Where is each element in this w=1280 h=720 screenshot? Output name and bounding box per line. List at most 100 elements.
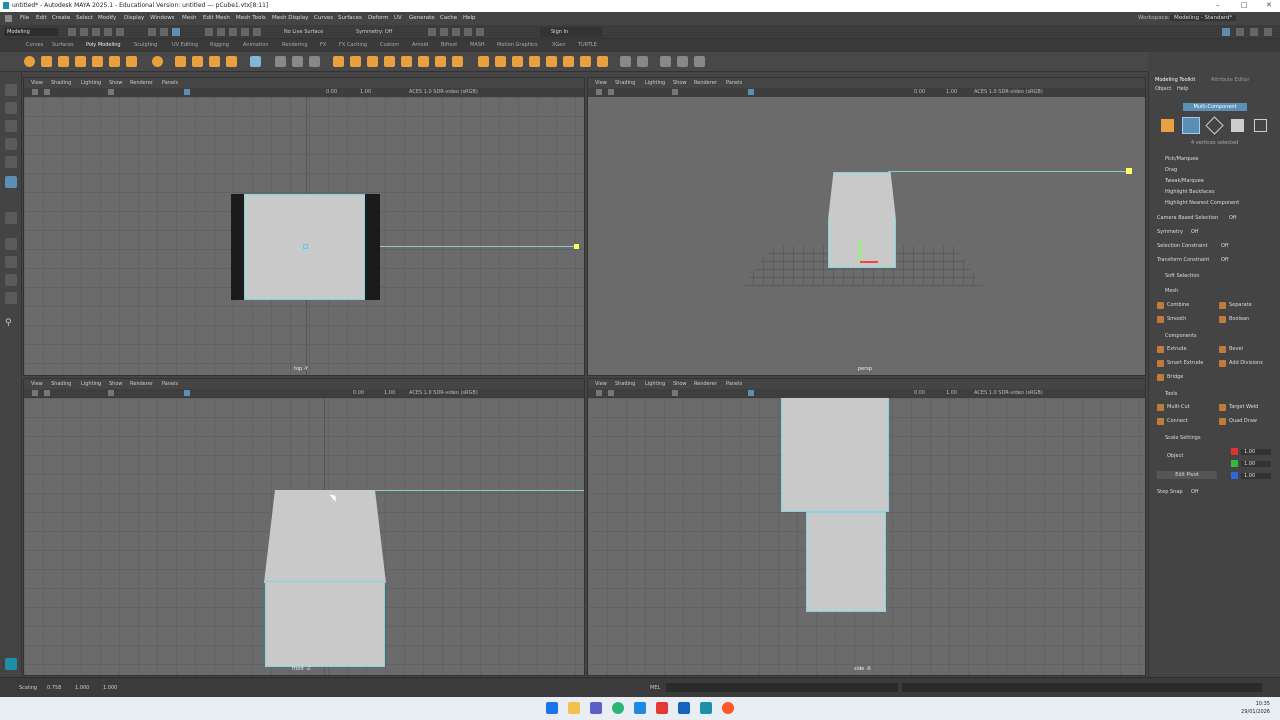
color-space-dropdown[interactable]: ACES 1.0 SDR-video (sRGB)	[974, 390, 1043, 396]
vp-menu-show[interactable]: Show	[109, 80, 123, 86]
maximize-button[interactable]: □	[1241, 1, 1248, 9]
single-layout-icon[interactable]	[5, 238, 17, 250]
poly-torus-icon[interactable]	[92, 56, 103, 67]
shelf-tab-fx-caching[interactable]: FX Caching	[339, 42, 367, 48]
search-icon[interactable]: ⚲	[5, 318, 17, 330]
smooth-button[interactable]: Smooth	[1157, 316, 1186, 323]
sweep-mesh-icon[interactable]	[175, 56, 186, 67]
maya-taskbar-icon[interactable]	[700, 702, 712, 714]
ipr-render-icon[interactable]	[452, 28, 460, 36]
insert-edge-loop-icon[interactable]	[546, 56, 557, 67]
quad-draw-icon[interactable]	[512, 56, 523, 67]
viewport-front[interactable]: View Shading Lighting Show Renderer Pane…	[23, 378, 585, 676]
open-scene-icon[interactable]	[80, 28, 88, 36]
shelf-tab-poly-modeling[interactable]: Poly Modeling	[86, 42, 121, 48]
boolean-icon[interactable]	[309, 56, 320, 67]
separate-icon[interactable]	[275, 56, 286, 67]
render-settings-icon[interactable]	[464, 28, 472, 36]
offset-edge-loop-icon[interactable]	[418, 56, 429, 67]
target-weld-icon[interactable]	[495, 56, 506, 67]
exposure-value[interactable]: 0.00	[914, 390, 925, 396]
merge-center-icon[interactable]	[452, 56, 463, 67]
viewport-persp[interactable]: View Shading Lighting Show Renderer Pane…	[587, 77, 1146, 376]
select-tool-icon[interactable]	[5, 84, 17, 96]
wireframe-on-shaded-icon[interactable]	[184, 89, 190, 95]
poly-cylinder-icon[interactable]	[58, 56, 69, 67]
bridge-button[interactable]: Bridge	[1157, 374, 1183, 381]
vp-menu-renderer[interactable]: Renderer	[130, 80, 153, 86]
lasso-tool-icon[interactable]	[5, 102, 17, 114]
wireframe-on-shaded-icon[interactable]	[748, 89, 754, 95]
vp-menu-panels[interactable]: Panels	[726, 381, 742, 387]
gamma-value[interactable]: 1.00	[384, 390, 395, 396]
vp-menu-panels[interactable]: Panels	[162, 80, 178, 86]
menu-create[interactable]: Create	[52, 15, 70, 21]
step-snap-value[interactable]: Off	[1191, 489, 1198, 495]
mirror-icon[interactable]	[620, 56, 631, 67]
mesh-header[interactable]: Mesh	[1165, 288, 1178, 294]
svg-icon[interactable]	[209, 56, 220, 67]
snap-curve-icon[interactable]	[217, 28, 225, 36]
redo-icon[interactable]	[116, 28, 124, 36]
vp-menu-renderer[interactable]: Renderer	[694, 80, 717, 86]
create-polygon-icon[interactable]	[226, 56, 237, 67]
mode-dropdown[interactable]: Modeling	[4, 28, 58, 36]
scale-settings-header[interactable]: Scale Settings	[1165, 435, 1201, 441]
outliner-icon[interactable]	[1264, 28, 1272, 36]
transform-constraint-value[interactable]: Off	[1221, 257, 1228, 263]
vp-menu-shading[interactable]: Shading	[51, 80, 71, 86]
tab-modeling-toolkit[interactable]: Modeling Toolkit	[1155, 77, 1195, 83]
x-axis-manipulator[interactable]	[860, 261, 878, 263]
vp-menu-view[interactable]: View	[595, 80, 607, 86]
menu-mesh-display[interactable]: Mesh Display	[272, 15, 309, 21]
select-component-icon[interactable]	[172, 28, 180, 36]
color-space-dropdown[interactable]: ACES 1.0 SDR-video (sRGB)	[409, 89, 478, 95]
shelf-tab-turtle[interactable]: TURTLE	[578, 42, 597, 48]
shelf-tab-uv-editing[interactable]: UV Editing	[172, 42, 198, 48]
checkbox-highlight-backfaces[interactable]: Highlight Backfaces	[1165, 189, 1215, 195]
cube-persp[interactable]	[828, 172, 896, 268]
workspace-dropdown[interactable]: Modeling - Standard*	[1170, 15, 1237, 21]
vp-menu-lighting[interactable]: Lighting	[645, 381, 665, 387]
vp-menu-renderer[interactable]: Renderer	[694, 381, 717, 387]
bookmark-icon[interactable]	[44, 89, 50, 95]
four-view-layout-icon[interactable]	[5, 256, 17, 268]
tab-attribute-editor[interactable]: Attribute Editor	[1211, 77, 1249, 83]
menu-cache[interactable]: Cache	[440, 15, 457, 21]
shelf-tab-mash[interactable]: MASH	[470, 42, 485, 48]
select-hierarchy-icon[interactable]	[148, 28, 156, 36]
chrome-icon[interactable]	[612, 702, 624, 714]
make-live-icon[interactable]	[529, 56, 540, 67]
hypershade-icon[interactable]	[476, 28, 484, 36]
z-scale-field[interactable]: 1.00	[1241, 473, 1271, 479]
x-scale-field[interactable]: 1.00	[1241, 449, 1271, 455]
attribute-editor-icon[interactable]	[1236, 28, 1244, 36]
smooth-icon[interactable]	[292, 56, 303, 67]
menu-surfaces[interactable]: Surfaces	[338, 15, 362, 21]
gamma-value[interactable]: 1.00	[360, 89, 371, 95]
fill-hole-icon[interactable]	[401, 56, 412, 67]
camera-icon[interactable]	[596, 89, 602, 95]
menu-object[interactable]: Object	[1155, 86, 1171, 92]
history-icon[interactable]	[428, 28, 436, 36]
shelf-tab-rigging[interactable]: Rigging	[210, 42, 229, 48]
target-weld-button[interactable]: Target Weld	[1219, 404, 1258, 411]
vp-menu-view[interactable]: View	[595, 381, 607, 387]
exposure-value[interactable]: 0.00	[914, 89, 925, 95]
acrobat-icon[interactable]	[656, 702, 668, 714]
poly-sphere-icon[interactable]	[24, 56, 35, 67]
grid-icon[interactable]	[672, 89, 678, 95]
menu-curves[interactable]: Curves	[314, 15, 333, 21]
camera-icon[interactable]	[32, 89, 38, 95]
render-icon[interactable]	[440, 28, 448, 36]
vp-menu-lighting[interactable]: Lighting	[645, 80, 665, 86]
y-scale-field[interactable]: 1.00	[1241, 461, 1271, 467]
menu-deform[interactable]: Deform	[368, 15, 388, 21]
uv-mode-icon[interactable]	[1254, 119, 1267, 132]
camera-icon[interactable]	[596, 390, 602, 396]
last-tool-icon[interactable]	[5, 212, 17, 224]
vp-menu-panels[interactable]: Panels	[726, 80, 742, 86]
smart-extrude-button[interactable]: Smart Extrude	[1157, 360, 1203, 367]
cube-front-top[interactable]	[264, 490, 386, 583]
live-surface-field[interactable]: No Live Surface	[284, 29, 323, 35]
